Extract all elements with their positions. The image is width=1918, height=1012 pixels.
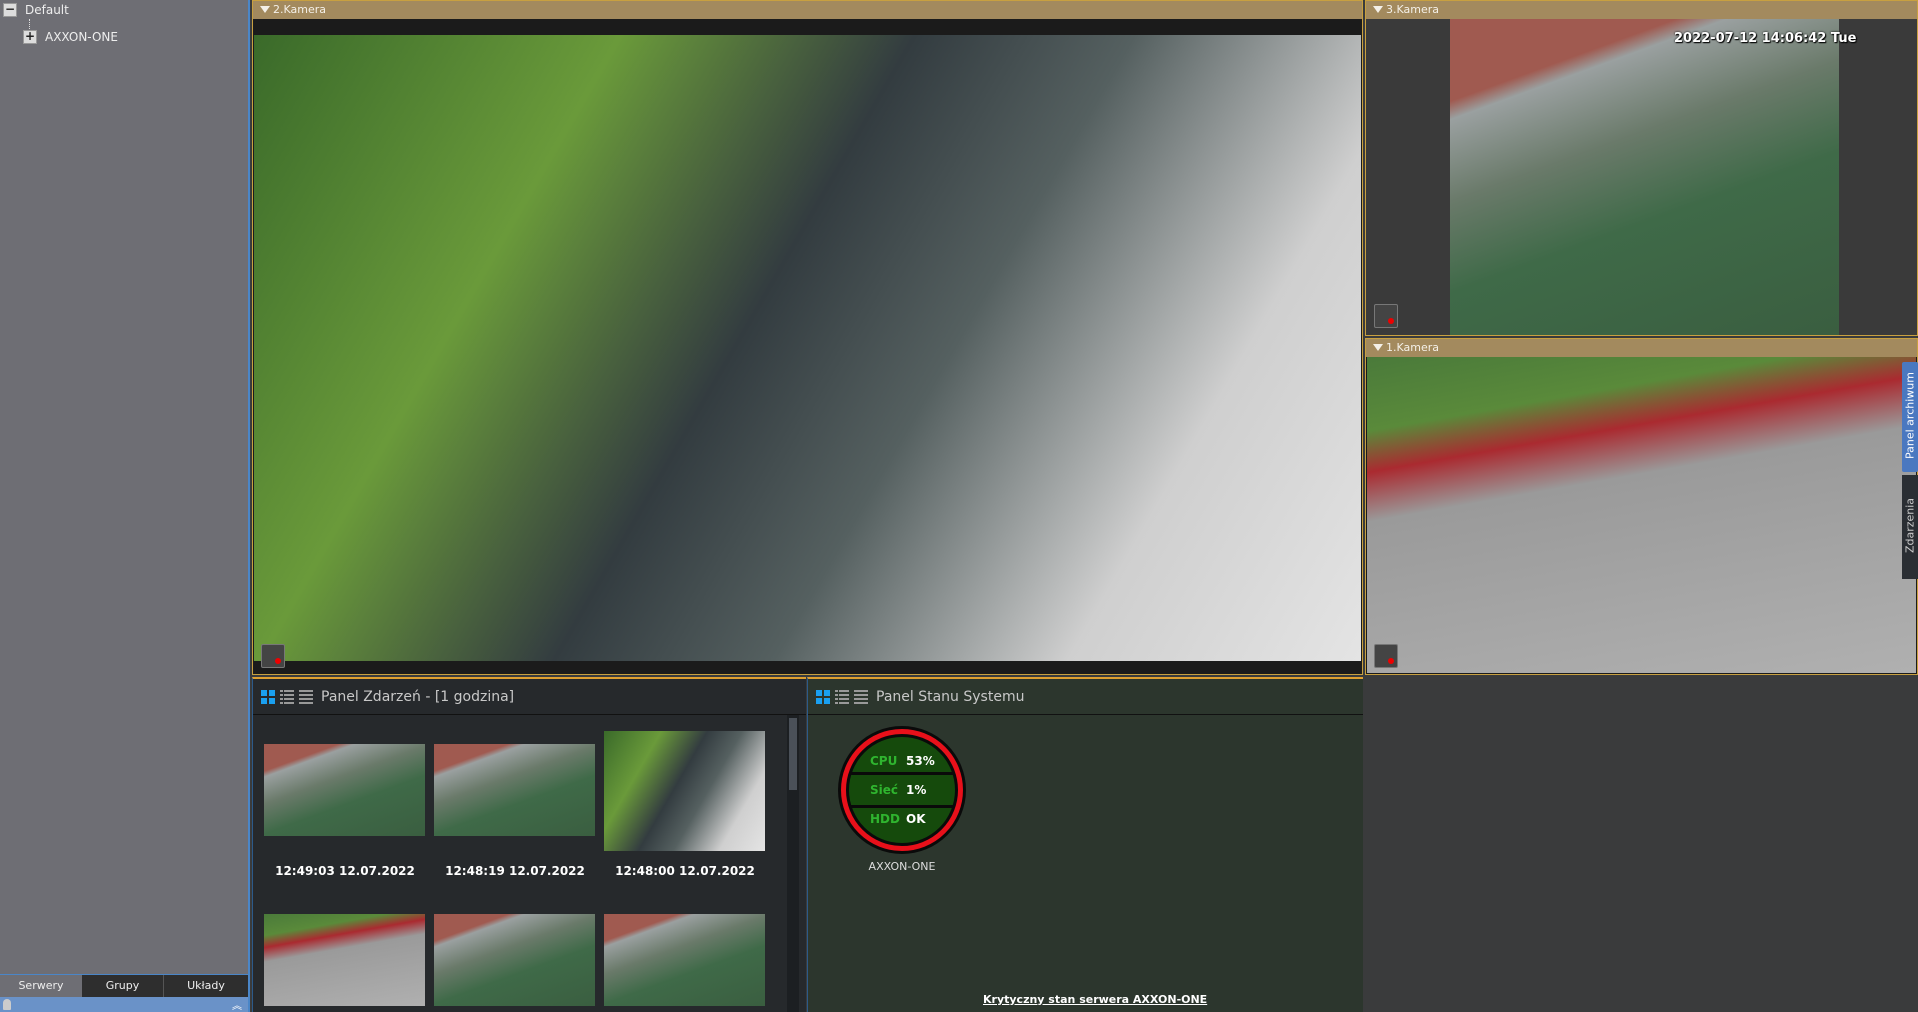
camera-tile-2[interactable]: 2.Kamera bbox=[252, 0, 1363, 675]
panel-title: Panel Zdarzeń - [1 godzina] bbox=[253, 679, 806, 715]
scrollbar-thumb[interactable] bbox=[789, 718, 797, 790]
tab-layouts[interactable]: Układy bbox=[164, 975, 248, 997]
user-icon bbox=[3, 999, 11, 1010]
metric-hdd: HDD OK bbox=[849, 808, 955, 843]
critical-status-link[interactable]: Krytyczny stan serwera AXXON-ONE bbox=[983, 993, 1207, 1006]
event-time: 12:49:03 12.07.2022 bbox=[275, 864, 415, 878]
server-status-gauge[interactable]: CPU 53% Sieć 1% HDD OK bbox=[838, 726, 966, 854]
video-timestamp: 2022-07-12 14:06:42 Tue bbox=[1674, 31, 1857, 46]
record-alarm-button[interactable] bbox=[261, 644, 285, 668]
event-thumbnail[interactable] bbox=[434, 744, 595, 836]
event-thumbnail[interactable] bbox=[434, 914, 595, 1006]
detail-list-icon[interactable] bbox=[280, 690, 294, 704]
camera-title: 2.Kamera bbox=[253, 1, 1362, 19]
event-thumbnail[interactable] bbox=[264, 914, 425, 1006]
camera-video[interactable] bbox=[1450, 19, 1839, 335]
server-name: AXXON-ONE bbox=[868, 860, 936, 873]
tab-servers[interactable]: Serwery bbox=[0, 975, 82, 997]
events-tab[interactable]: Zdarzenia bbox=[1902, 475, 1918, 579]
camera-tile-1[interactable]: 1.Kamera bbox=[1365, 338, 1918, 675]
sidebar: − Default + AXXON-ONE Serwery Grupy Ukła… bbox=[0, 0, 250, 1012]
event-time: 12:48:00 12.07.2022 bbox=[615, 864, 755, 878]
grid-view-icon[interactable] bbox=[261, 690, 275, 704]
panel-title: Panel Stanu Systemu bbox=[808, 679, 1363, 715]
events-panel: Panel Zdarzeń - [1 godzina] 12:49:03 12.… bbox=[252, 677, 806, 1012]
tree-item-default[interactable]: Default bbox=[25, 3, 69, 17]
archive-panel-tab[interactable]: Panel archiwum bbox=[1902, 362, 1918, 472]
event-thumbnail[interactable] bbox=[604, 914, 765, 1006]
event-thumbnail[interactable] bbox=[264, 744, 425, 836]
tree-item-server[interactable]: AXXON-ONE bbox=[45, 30, 118, 44]
system-status-panel: Panel Stanu Systemu CPU 53% Sieć 1% HDD OK … bbox=[807, 677, 1363, 1012]
camera-tile-3[interactable]: 3.Kamera 2022-07-12 14:06:42 Tue bbox=[1365, 0, 1918, 336]
camera-title: 3.Kamera bbox=[1366, 1, 1917, 19]
scrollbar[interactable] bbox=[787, 715, 799, 1012]
event-thumbnail[interactable] bbox=[604, 731, 765, 851]
collapse-toggle[interactable]: − bbox=[3, 3, 17, 17]
chevron-up-icon[interactable]: ︽ bbox=[232, 997, 242, 1012]
tab-groups[interactable]: Grupy bbox=[82, 975, 164, 997]
grid-view-icon[interactable] bbox=[816, 690, 830, 704]
camera-video[interactable] bbox=[1367, 357, 1916, 673]
camera-title: 1.Kamera bbox=[1366, 339, 1917, 357]
list-view-icon[interactable] bbox=[299, 690, 313, 704]
metric-network: Sieć 1% bbox=[849, 774, 955, 806]
list-view-icon[interactable] bbox=[854, 690, 868, 704]
status-bar: ︽ bbox=[0, 997, 248, 1012]
camera-video[interactable] bbox=[254, 35, 1361, 661]
metric-cpu: CPU 53% bbox=[849, 737, 955, 772]
record-alarm-button[interactable] bbox=[1374, 644, 1398, 668]
expand-toggle[interactable]: + bbox=[23, 30, 37, 44]
detail-list-icon[interactable] bbox=[835, 690, 849, 704]
record-alarm-button[interactable] bbox=[1374, 304, 1398, 328]
event-time: 12:48:19 12.07.2022 bbox=[445, 864, 585, 878]
